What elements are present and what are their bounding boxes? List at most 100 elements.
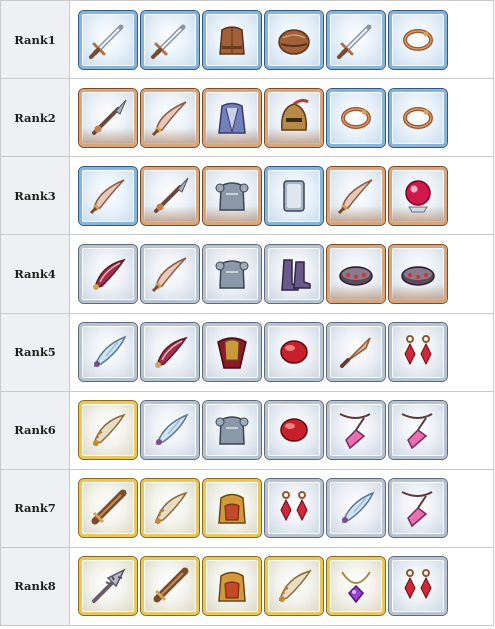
equipment-slot[interactable] xyxy=(327,557,385,616)
rank-label: Rank2 xyxy=(0,78,70,158)
equipment-slot[interactable] xyxy=(265,88,323,147)
equipment-slot[interactable] xyxy=(265,323,323,382)
equipment-slot[interactable] xyxy=(327,166,385,225)
equipment-slot[interactable] xyxy=(141,323,199,382)
crystal-pendant-icon xyxy=(401,413,433,450)
equipment-slot[interactable] xyxy=(389,479,447,538)
robe-armor-icon xyxy=(218,102,246,134)
equipment-slot[interactable] xyxy=(141,166,199,225)
equipment-slot[interactable] xyxy=(265,557,323,616)
caped-armor-icon xyxy=(217,337,247,369)
leather-helmet-icon xyxy=(278,28,310,55)
jeweled-bracer-icon xyxy=(339,266,373,286)
sword-icon xyxy=(89,24,124,59)
jeweled-bracer-icon xyxy=(401,266,435,286)
equipment-slot[interactable] xyxy=(389,166,447,225)
equipment-slot[interactable] xyxy=(389,10,447,69)
equipment-slot[interactable] xyxy=(79,557,137,616)
rank-row: Rank3 xyxy=(0,156,494,236)
item-list xyxy=(79,244,493,303)
equipment-slot[interactable] xyxy=(141,244,199,303)
equipment-slot[interactable] xyxy=(141,479,199,538)
equipment-slot[interactable] xyxy=(141,401,199,460)
rank-row: Rank8 xyxy=(0,546,494,627)
item-list xyxy=(79,401,493,460)
rank-label: Rank5 xyxy=(0,312,70,392)
rank-label: Rank8 xyxy=(0,546,70,627)
equipment-slot[interactable] xyxy=(265,401,323,460)
plate-armor-icon xyxy=(215,260,249,289)
equipment-slot[interactable] xyxy=(327,88,385,147)
equipment-slot[interactable] xyxy=(389,401,447,460)
equipment-slot[interactable] xyxy=(265,479,323,538)
rank-label: Rank7 xyxy=(0,468,70,548)
scimitar-icon xyxy=(337,179,373,214)
equipment-slot[interactable] xyxy=(327,401,385,460)
royal-armor-icon xyxy=(218,494,246,525)
plate-armor-icon xyxy=(215,416,249,445)
equipment-slot[interactable] xyxy=(141,557,199,616)
sword-icon xyxy=(151,24,186,59)
equipment-slot[interactable] xyxy=(79,479,137,538)
rank-row: Rank7 xyxy=(0,468,494,548)
equipment-slot[interactable] xyxy=(141,10,199,69)
equipment-slot[interactable] xyxy=(265,244,323,303)
shield-icon xyxy=(283,180,305,212)
equipment-slot[interactable] xyxy=(327,10,385,69)
rank-label: Rank1 xyxy=(0,0,70,80)
equipment-slot[interactable] xyxy=(389,323,447,382)
equipment-slot[interactable] xyxy=(203,88,261,147)
leather-armor-icon xyxy=(219,25,245,55)
crystal-pendant-icon xyxy=(339,413,371,450)
ruby-gem-icon xyxy=(280,418,308,442)
equipment-slot[interactable] xyxy=(79,323,137,382)
equipment-slot[interactable] xyxy=(203,557,261,616)
equipment-slot[interactable] xyxy=(389,244,447,303)
ornate-blade-icon xyxy=(278,570,312,603)
scimitar-icon xyxy=(151,100,187,136)
bracelet-icon xyxy=(403,106,433,129)
equipment-slot[interactable] xyxy=(79,244,137,303)
equipment-slot[interactable] xyxy=(203,323,261,382)
bracelet-icon xyxy=(403,28,433,51)
equipment-slot[interactable] xyxy=(265,166,323,225)
plate-armor-icon xyxy=(215,182,249,211)
greatsword-icon xyxy=(153,567,189,603)
sword-icon xyxy=(337,24,372,59)
equipment-slot[interactable] xyxy=(203,401,261,460)
rank-row: Rank2 xyxy=(0,78,494,158)
equipment-slot[interactable] xyxy=(203,10,261,69)
item-list xyxy=(79,166,493,225)
equipment-slot[interactable] xyxy=(79,401,137,460)
equipment-slot[interactable] xyxy=(141,88,199,147)
equipment-slot[interactable] xyxy=(389,88,447,147)
rank-row: Rank5 xyxy=(0,312,494,392)
equipment-slot[interactable] xyxy=(265,10,323,69)
bracelet-icon xyxy=(341,106,371,129)
earrings-icon xyxy=(404,335,432,366)
equipment-slot[interactable] xyxy=(327,244,385,303)
equipment-slot[interactable] xyxy=(389,557,447,616)
equipment-slot[interactable] xyxy=(79,88,137,147)
ornate-blade-icon xyxy=(92,413,126,447)
equipment-slot[interactable] xyxy=(79,166,137,225)
ruby-gem-icon xyxy=(280,340,308,364)
equipment-slot[interactable] xyxy=(203,166,261,225)
item-list xyxy=(79,10,493,69)
rank-label: Rank4 xyxy=(0,234,70,314)
knight-helmet-icon xyxy=(281,98,309,131)
item-list xyxy=(79,323,493,382)
equipment-slot[interactable] xyxy=(327,479,385,538)
item-list xyxy=(79,479,493,538)
boots-icon xyxy=(281,259,311,291)
equipment-slot[interactable] xyxy=(79,10,137,69)
ornate-blade-icon xyxy=(154,492,188,525)
curved-blade-icon xyxy=(155,336,188,369)
equipment-slot[interactable] xyxy=(203,479,261,538)
curved-blade-icon xyxy=(93,258,126,290)
crystal-ball-icon xyxy=(405,180,431,213)
equipment-slot[interactable] xyxy=(203,244,261,303)
item-list xyxy=(79,88,493,147)
royal-armor-icon xyxy=(218,572,246,603)
equipment-slot[interactable] xyxy=(327,323,385,382)
